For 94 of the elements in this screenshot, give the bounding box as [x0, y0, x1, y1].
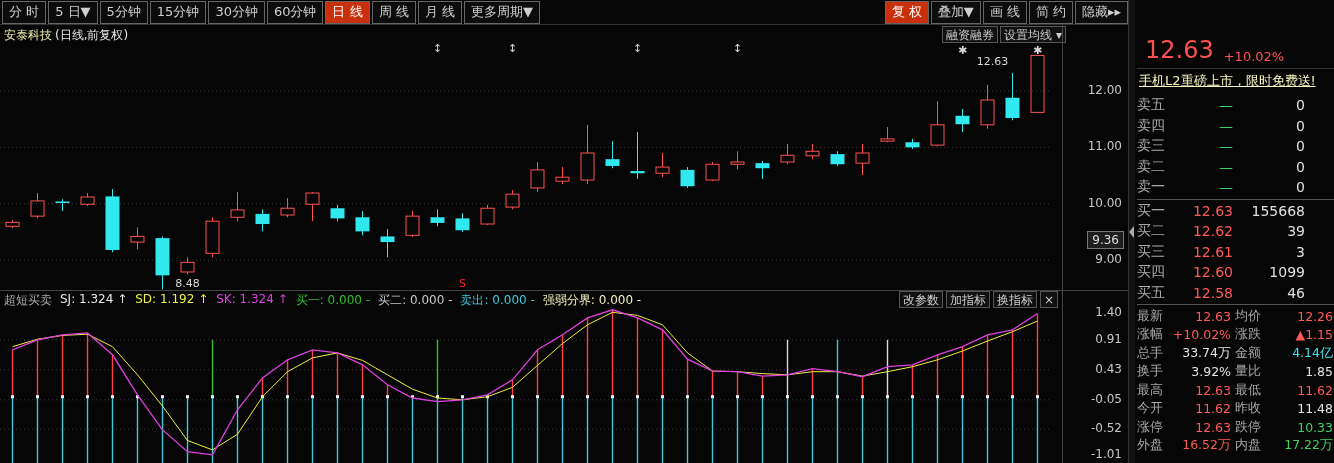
- order-volume: 46: [1286, 284, 1305, 301]
- order-label: 卖一: [1137, 178, 1166, 197]
- stat-label: 涨幅: [1137, 326, 1164, 344]
- order-volume: 0: [1295, 97, 1305, 114]
- order-price: 12.63: [1191, 202, 1233, 219]
- axis-label: 0.91: [1095, 331, 1122, 346]
- stat-value: +10.02%: [1171, 327, 1231, 343]
- chart-annotation: ↕: [507, 42, 518, 55]
- order-label: 卖三: [1137, 137, 1166, 156]
- stat-label: 外盘: [1137, 437, 1164, 455]
- order-volume: 155668: [1250, 202, 1305, 219]
- stat-value: 10.33: [1296, 419, 1333, 435]
- order-label: 买二: [1137, 222, 1166, 241]
- stat-value: 12.63: [1194, 308, 1231, 324]
- order-volume: 1099: [1268, 264, 1305, 281]
- stat-value: 3.92%: [1190, 364, 1231, 380]
- stat-value: 33.74万: [1181, 344, 1231, 362]
- axis-label: -0.05: [1090, 391, 1122, 406]
- axis-label: -0.52: [1090, 421, 1122, 436]
- axis-label: 1.40: [1095, 305, 1122, 319]
- stat-label: 金额: [1235, 344, 1262, 362]
- order-volume: 0: [1295, 138, 1305, 155]
- order-price: —: [1218, 158, 1233, 175]
- order-label: 买四: [1137, 263, 1166, 282]
- axis-label: 12.00: [1087, 82, 1122, 97]
- stat-label: 涨跌: [1235, 326, 1262, 344]
- stat-value: 12.63: [1194, 419, 1231, 435]
- stat-value: 12.63: [1194, 382, 1231, 398]
- order-price: —: [1218, 179, 1233, 196]
- stat-value: 4.14亿: [1291, 344, 1333, 362]
- chart-annotation: ↕: [632, 42, 643, 55]
- stat-label: 最新: [1137, 307, 1164, 325]
- stat-value: 17.22万: [1283, 437, 1333, 455]
- chart-subtitle: (日线,前复权): [55, 27, 129, 44]
- order-price: 12.58: [1191, 284, 1233, 301]
- stat-value: 11.62: [1194, 401, 1231, 417]
- stat-label: 换手: [1137, 363, 1164, 381]
- order-volume: 0: [1295, 117, 1305, 134]
- stat-value: 11.48: [1296, 401, 1333, 417]
- stat-label: 总手: [1137, 344, 1164, 362]
- legend-value: SK: 1.324 ↑: [216, 292, 288, 308]
- stat-label: 昨收: [1235, 400, 1262, 418]
- axis-label: -1.01: [1090, 447, 1122, 461]
- order-label: 买三: [1137, 242, 1166, 261]
- chart-annotation: 12.63: [976, 55, 1009, 68]
- stat-value: 1.85: [1304, 364, 1333, 380]
- axis-label: 10.00: [1087, 195, 1122, 210]
- axis-label: 9.00: [1095, 252, 1122, 267]
- stat-label: 今开: [1137, 400, 1164, 418]
- order-price: —: [1218, 97, 1233, 114]
- order-volume: 0: [1295, 158, 1305, 175]
- legend-value: SD: 1.192 ↑: [135, 292, 209, 308]
- order-price: 12.60: [1191, 264, 1233, 281]
- chart-annotation: 8.48: [175, 277, 200, 290]
- stat-label: 均价: [1235, 307, 1262, 325]
- stat-label: 涨停: [1137, 418, 1164, 436]
- legend-value: 强弱分界: 0.000 -: [542, 292, 642, 309]
- stat-value: 16.52万: [1181, 437, 1231, 455]
- order-volume: 0: [1295, 179, 1305, 196]
- order-label: 卖五: [1137, 96, 1166, 115]
- chart-annotation: ↕: [732, 42, 743, 55]
- order-price: 12.62: [1191, 223, 1233, 240]
- stat-label: 内盘: [1235, 437, 1262, 455]
- indicator-name: 超短买卖: [4, 292, 52, 309]
- order-label: 买一: [1137, 201, 1166, 220]
- stat-label: 跌停: [1235, 418, 1262, 436]
- chart-annotation: ✱: [957, 44, 968, 57]
- stat-value: 11.62: [1296, 382, 1333, 398]
- order-price: 12.61: [1191, 243, 1233, 260]
- legend-value: 买二: 0.000 -: [378, 292, 453, 309]
- stat-label: 最低: [1235, 381, 1262, 399]
- order-price: —: [1218, 138, 1233, 155]
- stat-label: 最高: [1137, 381, 1164, 399]
- chart-annotation: ✱: [1032, 44, 1043, 57]
- order-label: 卖二: [1137, 157, 1166, 176]
- chart-annotation: S: [459, 277, 466, 290]
- legend-value: 卖出: 0.000 -: [460, 292, 535, 309]
- order-label: 卖四: [1137, 116, 1166, 135]
- legend-value: SJ: 1.324 ↑: [60, 292, 128, 308]
- order-price: —: [1218, 117, 1233, 134]
- axis-label: 11.00: [1087, 139, 1122, 154]
- order-label: 买五: [1137, 283, 1166, 302]
- stock-name: 安泰科技: [4, 27, 52, 44]
- order-volume: 3: [1295, 243, 1305, 260]
- cursor-price-label: 9.36: [1087, 230, 1124, 249]
- legend-value: 买一: 0.000 -: [295, 292, 371, 309]
- axis-label: 0.43: [1095, 361, 1122, 376]
- stat-value: ▲1.15: [1294, 327, 1333, 343]
- order-volume: 39: [1286, 223, 1305, 240]
- chart-annotation: ↕: [432, 42, 443, 55]
- stat-value: 12.26: [1296, 308, 1333, 324]
- stat-label: 量比: [1235, 363, 1262, 381]
- last-price: 12.63: [1145, 36, 1214, 64]
- price-change: +10.02%: [1223, 49, 1285, 64]
